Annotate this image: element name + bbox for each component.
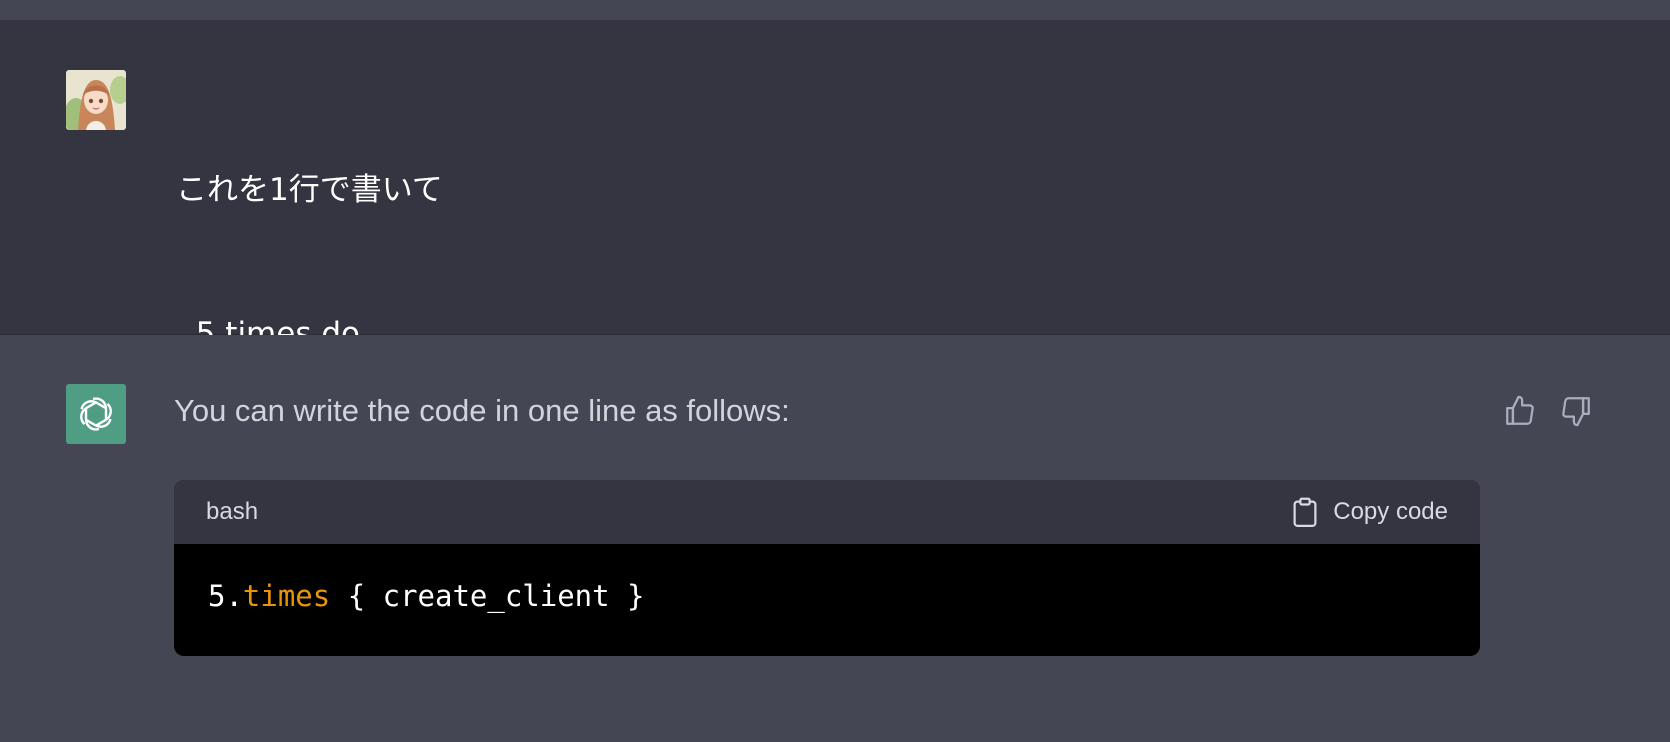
code-language-label: bash <box>206 498 259 525</box>
user-message: これを1行で書いて 5.times do create_client end <box>0 20 1670 640</box>
code-token-receiver: 5. <box>208 579 243 613</box>
user-avatar <box>66 70 126 130</box>
assistant-message-text: You can write the code in one line as fo… <box>174 393 790 428</box>
assistant-message: You can write the code in one line as fo… <box>0 335 1670 736</box>
code-content: 5.times { create_client } <box>208 576 645 616</box>
assistant-avatar <box>66 384 126 444</box>
thumbs-down-icon <box>1562 397 1590 427</box>
copy-code-label: Copy code <box>1333 498 1448 525</box>
code-token-block: { create_client } <box>330 579 645 613</box>
code-block-header: bash Copy code <box>174 480 1480 544</box>
thumbs-down-button[interactable] <box>1556 391 1596 431</box>
openai-logo-icon <box>80 397 112 431</box>
user-avatar-image <box>66 70 126 130</box>
user-message-line: これを1行で書いて <box>176 172 443 208</box>
clipboard-icon <box>1293 497 1317 527</box>
top-strip <box>0 0 1670 20</box>
code-token-method: times <box>242 579 331 613</box>
code-block: bash Copy code 5.times { create_client } <box>174 480 1480 656</box>
thumbs-up-icon <box>1506 395 1534 425</box>
thumbs-up-button[interactable] <box>1500 391 1540 431</box>
copy-code-button[interactable]: Copy code <box>1291 480 1448 544</box>
